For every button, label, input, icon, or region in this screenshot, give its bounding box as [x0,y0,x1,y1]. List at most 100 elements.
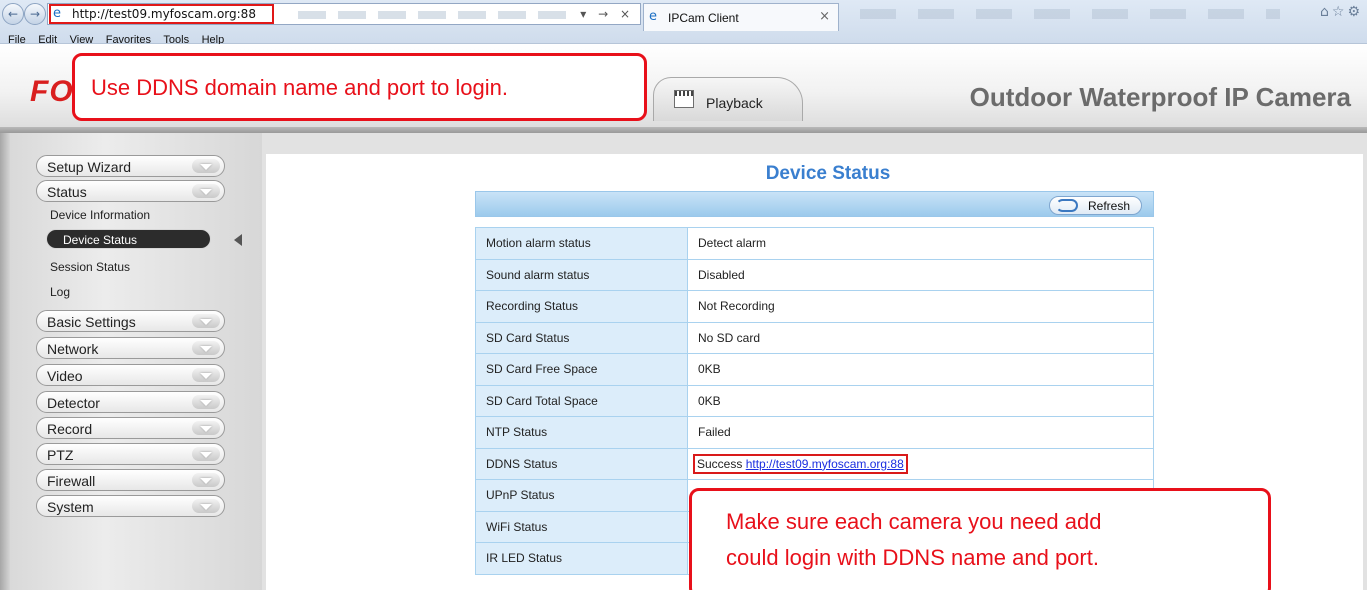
status-label: SD Card Status [475,321,688,354]
home-icon[interactable]: ⌂ [1320,4,1332,20]
status-value: Success http://test09.myfoscam.org:88 [687,447,1154,480]
ie-page-icon: e [53,6,61,21]
ddns-hint-callout: Make sure each camera you need add could… [689,488,1271,590]
sidebar-subitem-label: Device Status [63,233,138,247]
refresh-button-label: Refresh [1088,199,1131,213]
table-row: NTP Status Failed [475,416,1154,449]
ddns-link[interactable]: http://test09.myfoscam.org:88 [746,457,904,471]
playback-tab-label: Playback [706,95,763,111]
forward-button[interactable]: → [24,3,46,25]
status-label: IR LED Status [475,542,688,575]
sidebar-item-label: Status [47,184,87,200]
sidebar-item-setup-wizard[interactable]: Setup Wizard [36,155,225,177]
sidebar-item-system[interactable]: System [36,495,225,517]
sidebar-item-label: Basic Settings [47,314,136,330]
table-row: Recording Status Not Recording [475,290,1154,323]
sidebar-item-label: Detector [47,395,100,411]
ie-tab-icon: e [649,9,657,24]
sidebar-item-network[interactable]: Network [36,337,225,359]
status-value: 0KB [687,384,1154,417]
chevron-down-icon [192,368,220,382]
sidebar-item-label: System [47,499,94,515]
sidebar-subitem-device-information[interactable]: Device Information [50,208,150,222]
status-value: No SD card [687,321,1154,354]
browser-toolbar: ← → e http://test09.myfoscam.org:88 ▾ → … [0,0,1367,46]
status-label: NTP Status [475,416,688,449]
foscam-logo: FO [30,75,74,108]
sidebar-item-basic-settings[interactable]: Basic Settings [36,310,225,332]
status-label: WiFi Status [475,510,688,543]
table-row: Sound alarm status Disabled [475,258,1154,291]
sidebar-subitem-log[interactable]: Log [50,285,70,299]
status-label: Motion alarm status [475,227,688,260]
sidebar-edge [0,133,10,590]
active-indicator-icon [234,234,242,246]
status-label: SD Card Total Space [475,384,688,417]
status-value: 0KB [687,353,1154,386]
sidebar-item-ptz[interactable]: PTZ [36,443,225,465]
settings-gear-icon[interactable]: ⚙ [1347,4,1363,20]
login-hint-callout: Use DDNS domain name and port to login. [72,53,647,121]
chevron-down-icon [192,184,220,198]
status-value: Disabled [687,258,1154,291]
address-controls[interactable]: ▾ → × [580,7,634,21]
sidebar-subitem-device-status[interactable]: Device Status [46,229,211,249]
back-button[interactable]: ← [2,3,24,25]
status-value: Not Recording [687,290,1154,323]
status-label: Sound alarm status [475,258,688,291]
table-row: SD Card Free Space 0KB [475,353,1154,386]
browser-tools[interactable]: ⌂☆⚙ [1320,4,1363,20]
sidebar-subitem-session-status[interactable]: Session Status [50,260,130,274]
status-label: UPnP Status [475,479,688,512]
callout-text: Use DDNS domain name and port to login. [91,75,508,100]
blurred-toolbar-area [298,11,568,19]
status-label: DDNS Status [475,447,688,480]
table-row: SD Card Total Space 0KB [475,384,1154,417]
sidebar-item-label: Firewall [47,473,96,489]
status-label: Recording Status [475,290,688,323]
table-row: Motion alarm status Detect alarm [475,227,1154,260]
blurred-tabs-area [860,9,1280,19]
chevron-down-icon [192,159,220,173]
sidebar-item-label: Setup Wizard [47,159,132,175]
playback-tab[interactable]: Playback [653,77,803,121]
status-value: Detect alarm [687,227,1154,260]
ddns-status-text: Success [697,456,743,471]
sidebar-item-label: PTZ [47,447,74,463]
sidebar-item-label: Record [47,421,93,437]
chevron-down-icon [192,473,220,487]
sidebar-item-label: Video [47,368,83,384]
chevron-down-icon [192,395,220,409]
callout-text-line1: Make sure each camera you need add [726,509,1102,534]
table-row: DDNS Status Success http://test09.myfosc… [475,447,1154,480]
browser-tab[interactable]: e IPCam Client × [643,3,839,31]
sidebar-item-video[interactable]: Video [36,364,225,386]
status-label: SD Card Free Space [475,353,688,386]
refresh-button[interactable]: Refresh [1049,196,1142,215]
sidebar-item-firewall[interactable]: Firewall [36,469,225,491]
back-arrow-icon: ← [7,7,19,21]
sidebar-item-status[interactable]: Status [36,180,225,202]
chevron-down-icon [192,499,220,513]
sidebar-item-label: Network [47,341,99,357]
page-title: Device Status [765,163,891,184]
refresh-icon [1056,199,1078,212]
favorites-star-icon[interactable]: ☆ [1332,4,1348,20]
chevron-down-icon [192,314,220,328]
address-bar[interactable]: e http://test09.myfoscam.org:88 ▾ → × [47,3,641,25]
playback-calendar-icon [674,90,694,108]
browser-menubar: File Edit View Favorites Tools Help [0,30,600,46]
chevron-down-icon [192,341,220,355]
forward-arrow-icon: → [29,7,41,21]
chevron-down-icon [192,421,220,435]
sidebar-item-record[interactable]: Record [36,417,225,439]
chevron-down-icon [192,447,220,461]
url-text[interactable]: http://test09.myfoscam.org:88 [72,7,256,21]
sidebar-item-detector[interactable]: Detector [36,391,225,413]
ddns-highlight-box: Success http://test09.myfoscam.org:88 [693,453,908,474]
product-title: Outdoor Waterproof IP Camera [969,82,1351,112]
close-tab-icon[interactable]: × [819,9,830,24]
callout-text-line2: could login with DDNS name and port. [726,545,1099,570]
tab-title: IPCam Client [668,11,739,25]
status-value: Failed [687,416,1154,449]
